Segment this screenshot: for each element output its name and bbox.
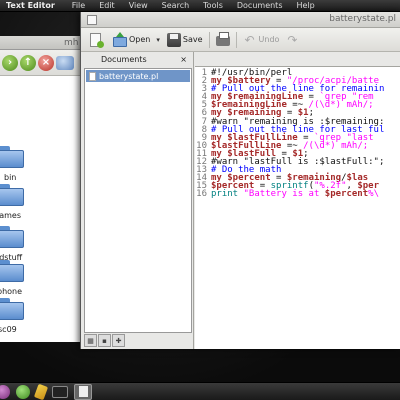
folder-icon <box>0 298 24 320</box>
document-name: batterystate.pl <box>99 71 159 81</box>
menu-edit[interactable]: Edit <box>92 1 122 10</box>
top-menu-bar: Text Editor File Edit View Search Tools … <box>0 0 400 12</box>
folder-icon <box>0 146 24 168</box>
print-button[interactable] <box>213 30 233 50</box>
folder-label: james <box>0 211 22 220</box>
menu-help[interactable]: Help <box>290 1 322 10</box>
terminal-icon[interactable] <box>52 385 68 398</box>
active-app-title: Text Editor <box>6 1 55 10</box>
toolbar-separator <box>208 31 210 48</box>
side-panel: Documents × batterystate.pl ▦ ▪ ✚ <box>81 52 194 349</box>
folder-icon <box>0 260 24 282</box>
text-editor-icon[interactable] <box>74 383 92 400</box>
window-menu-icon[interactable] <box>87 15 97 25</box>
side-panel-header: Documents × <box>81 52 193 66</box>
menu-file[interactable]: File <box>65 1 92 10</box>
side-panel-tabs: ▦ ▪ ✚ <box>84 334 125 348</box>
stop-icon[interactable]: × <box>38 54 54 71</box>
printer-icon <box>215 32 230 46</box>
side-panel-title: Documents <box>101 54 147 64</box>
file-browser-tab-icon[interactable]: ▪ <box>98 334 111 347</box>
line-number: 16 <box>196 189 207 200</box>
go-up-icon[interactable]: ↑ <box>20 54 36 71</box>
home-icon[interactable] <box>56 55 74 70</box>
file-manager-content: bin james idstuff phone sc09 <box>0 76 92 342</box>
file-manager-toolbar: › ↑ × <box>0 50 91 76</box>
taskbar <box>0 382 400 400</box>
code-line[interactable]: print "Battery is at $percent%\ <box>211 189 384 200</box>
documents-tab-icon[interactable]: ▦ <box>84 334 97 347</box>
code-token: $percent <box>324 189 369 200</box>
menu-tools[interactable]: Tools <box>196 1 230 10</box>
purple-app-icon[interactable] <box>0 384 10 399</box>
folder-item[interactable]: james <box>0 184 92 230</box>
save-icon <box>166 32 181 47</box>
folder-icon <box>0 184 24 206</box>
menu-documents[interactable]: Documents <box>230 1 290 10</box>
folder-label: sc09 <box>0 325 17 334</box>
folder-label: phone <box>0 287 23 296</box>
editor-toolbar: Open ▾ Save ↶ Undo ↷ <box>81 28 400 52</box>
code-token: /(\d*) mAh/; <box>303 140 369 151</box>
text-editor-window[interactable]: batterystate.pl Open ▾ Save ↶ Undo ↷ Doc… <box>80 12 400 349</box>
menu-search[interactable]: Search <box>155 1 196 10</box>
undo-label: Undo <box>258 35 280 44</box>
editor-body: Documents × batterystate.pl ▦ ▪ ✚ b 1234… <box>81 52 400 349</box>
line-number-gutter: 1 2 3 4 5 6 7 8 9 10 11 12 13 14 15 16 <box>195 68 207 200</box>
redo-icon: ↷ <box>287 32 298 47</box>
new-document-button[interactable] <box>87 30 104 50</box>
chevron-down-icon[interactable]: ▾ <box>156 36 160 44</box>
undo-button[interactable]: ↶ Undo <box>240 30 283 50</box>
code-text[interactable]: #!/usr/bin/perl my $battery = "/proc/acpi… <box>211 69 384 199</box>
green-play-icon[interactable] <box>16 384 30 399</box>
pencil-icon[interactable] <box>33 383 49 400</box>
undo-icon: ↶ <box>244 32 255 47</box>
editor-pane: b 12345678910111213141516 #!/usr/bin/per… <box>195 52 400 349</box>
new-document-icon <box>90 32 104 48</box>
save-label: Save <box>182 35 203 44</box>
text-editor-titlebar[interactable]: batterystate.pl <box>81 12 400 28</box>
open-label: Open <box>129 35 151 44</box>
folder-item[interactable]: sc09 <box>0 298 92 344</box>
toolbar-separator <box>235 31 237 48</box>
code-token: print <box>211 189 239 200</box>
go-forward-icon[interactable]: › <box>2 54 18 71</box>
folder-label: bin <box>4 173 17 182</box>
code-token: "Battery is at <box>243 189 325 200</box>
code-editor[interactable]: 1 2 3 4 5 6 7 8 9 10 11 12 13 14 15 16 #!/usr/bin/perl m… <box>195 66 400 349</box>
code-token: %\ <box>368 189 379 200</box>
file-manager-titlebar[interactable]: mh <box>0 36 91 50</box>
redo-button[interactable]: ↷ <box>282 30 302 50</box>
document-tab-bar: b <box>195 52 400 66</box>
open-button[interactable]: Open <box>110 30 153 50</box>
document-icon <box>89 71 96 81</box>
file-manager-window[interactable]: mh › ↑ × bin james idstuff phone sc09 <box>0 36 92 342</box>
folder-icon <box>0 226 24 248</box>
open-folder-icon <box>113 31 127 47</box>
code-token: /(\d*) mAh/; <box>308 100 374 111</box>
close-icon[interactable]: × <box>180 55 187 64</box>
window-title: batterystate.pl <box>329 14 396 24</box>
document-list: batterystate.pl <box>84 68 192 333</box>
save-button[interactable]: Save <box>164 30 206 50</box>
document-list-item[interactable]: batterystate.pl <box>86 70 190 82</box>
snippets-tab-icon[interactable]: ✚ <box>112 334 125 347</box>
menu-view[interactable]: View <box>122 1 155 10</box>
